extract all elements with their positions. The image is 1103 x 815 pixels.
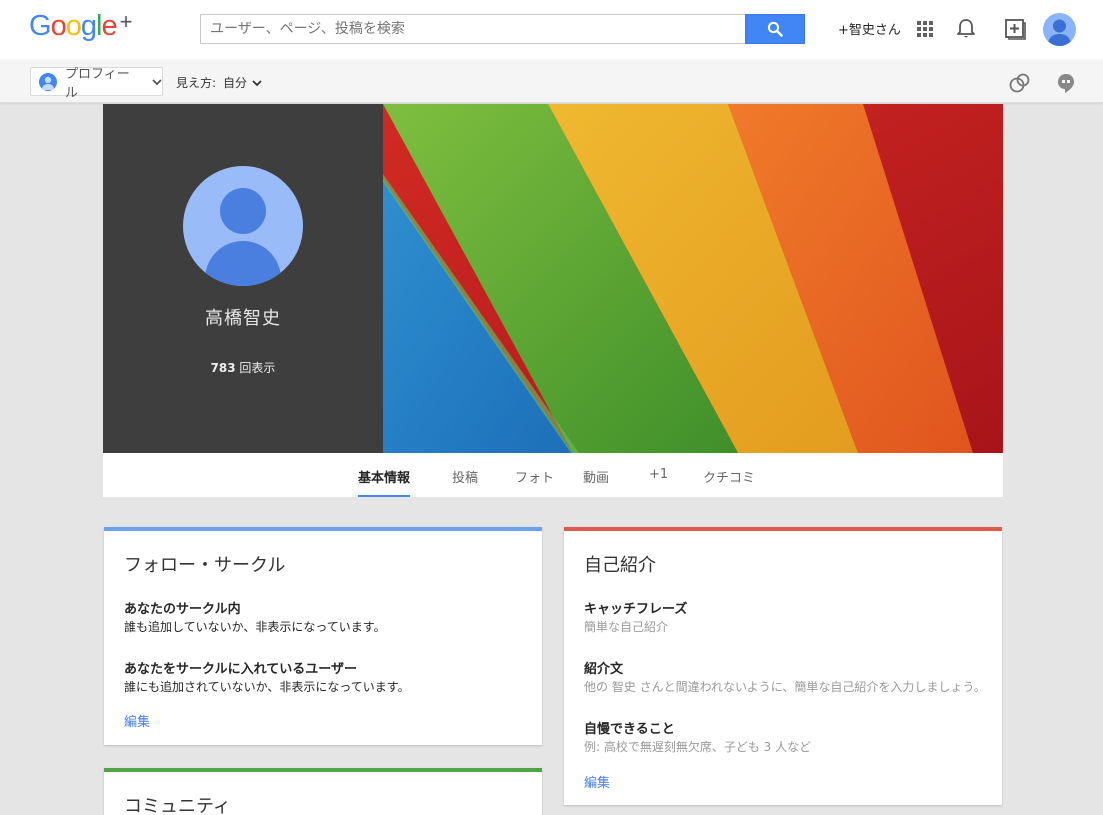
view-count-suffix: 回表示: [235, 361, 276, 375]
chevron-down-icon: [152, 78, 162, 85]
view-as-dropdown[interactable]: 見え方: 自分: [176, 74, 262, 91]
tab-plus-one[interactable]: +1: [649, 467, 668, 497]
profile-avatar-icon: [39, 72, 57, 91]
user-profile-link[interactable]: +智史さん: [838, 19, 901, 38]
tab-reviews[interactable]: クチコミ: [703, 467, 755, 497]
profile-view-count: 783 回表示: [103, 359, 383, 376]
brag-text: 例: 高校で無遅刻無欠席、子ども 3 人など: [584, 740, 812, 754]
tab-photos[interactable]: フォト: [515, 467, 554, 497]
in-your-circles-text: 誰も追加していないか、非表示になっています。: [124, 620, 386, 634]
profile-header-panel: 高橋智史 783 回表示: [103, 104, 383, 453]
profile-tabs: 基本情報 投稿 フォト 動画 +1 クチコミ: [103, 453, 1003, 497]
share-plus-icon[interactable]: [1003, 16, 1027, 42]
card-title: コミュニティ: [124, 796, 231, 815]
chevron-down-icon: [252, 79, 262, 86]
hangouts-icon[interactable]: [1055, 72, 1077, 94]
top-bar: G o o g l e + +智史さん: [0, 0, 1103, 59]
apps-grid-icon[interactable]: [913, 16, 937, 42]
search-button[interactable]: [745, 14, 805, 44]
community-card: コミュニティ: [104, 768, 542, 815]
logo-letter: G: [29, 10, 52, 42]
circles-icon[interactable]: [1009, 72, 1031, 94]
edit-link[interactable]: 編集: [584, 772, 610, 791]
logo-letter: e: [101, 10, 117, 42]
profile-dropdown-button[interactable]: プロフィール: [30, 67, 163, 101]
have-you-in-circles-label: あなたをサークルに入れているユーザー: [124, 662, 357, 677]
tab-posts[interactable]: 投稿: [452, 467, 478, 497]
account-avatar[interactable]: [1043, 13, 1076, 46]
notification-bell-icon[interactable]: [954, 16, 978, 42]
card-accent-bar: [564, 527, 1002, 531]
tab-basic-info[interactable]: 基本情報: [358, 467, 411, 497]
have-you-in-circles-text: 誰にも追加されていないか、非表示になっています。: [124, 680, 410, 694]
view-as-value: 自分: [223, 76, 248, 90]
view-as-label: 見え方:: [176, 76, 217, 90]
follow-circles-card: フォロー・サークル あなたのサークル内 誰も追加していないか、非表示になっていま…: [104, 527, 542, 745]
profile-name: 高橋智史: [205, 308, 281, 329]
view-count-number: 783: [210, 361, 236, 375]
avatar-person-icon: [1048, 19, 1071, 46]
edit-link[interactable]: 編集: [124, 711, 150, 730]
catchphrase-label: キャッチフレーズ: [584, 602, 688, 617]
card-title: 自己紹介: [584, 555, 656, 576]
search-icon: [767, 21, 783, 37]
card-accent-bar: [104, 768, 542, 772]
logo-letter: o: [50, 10, 67, 42]
search-box: [200, 14, 746, 44]
logo-plus: +: [119, 9, 133, 34]
brag-label: 自慢できること: [584, 722, 675, 737]
catchphrase-text: 簡単な自己紹介: [584, 620, 669, 634]
intro-label: 紹介文: [584, 662, 624, 677]
intro-text: 他の 智史 さんと間違われないように、簡単な自己紹介を入力しましょう。: [584, 680, 986, 694]
in-your-circles-label: あなたのサークル内: [124, 602, 241, 617]
profile-toolbar: プロフィール: [0, 59, 1103, 103]
logo-letter: o: [65, 10, 82, 42]
cover-photo-image: [383, 104, 1003, 453]
cover-photo[interactable]: [383, 104, 1003, 453]
search-input[interactable]: [201, 15, 746, 43]
about-card: 自己紹介 キャッチフレーズ 簡単な自己紹介 紹介文 他の 智史 さんと間違われな…: [564, 527, 1002, 805]
tab-videos[interactable]: 動画: [583, 467, 609, 497]
profile-dropdown-label: プロフィール: [65, 66, 130, 101]
google-plus-logo[interactable]: G o o g l e +: [29, 9, 133, 46]
card-accent-bar: [104, 527, 542, 531]
card-title: フォロー・サークル: [124, 555, 286, 576]
logo-letter: g: [80, 10, 97, 42]
profile-avatar[interactable]: [183, 166, 303, 286]
